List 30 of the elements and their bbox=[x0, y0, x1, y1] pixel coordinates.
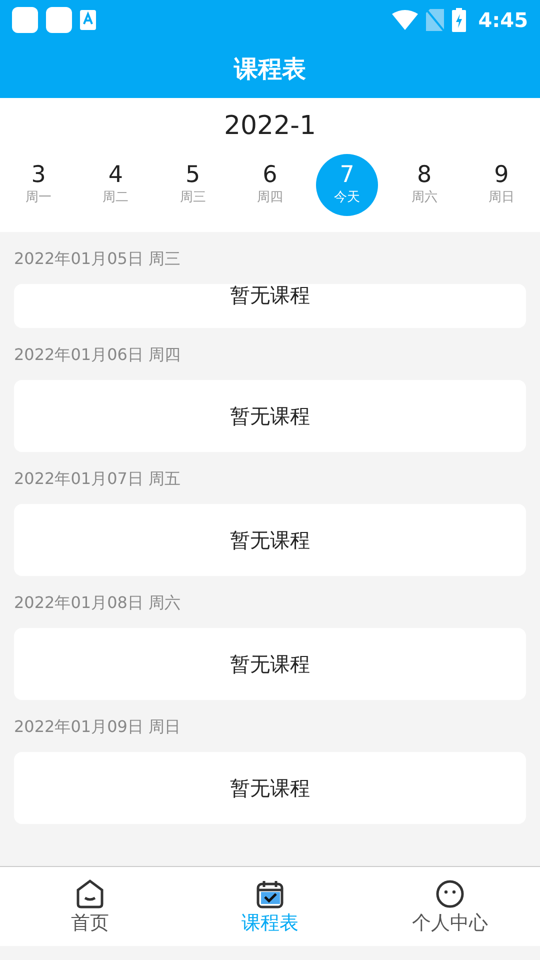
day-button[interactable]: 5 周三 bbox=[162, 154, 224, 216]
battery-icon bbox=[452, 8, 466, 32]
day-button[interactable]: 8 周六 bbox=[393, 154, 456, 216]
day-button[interactable]: 9 周日 bbox=[470, 154, 532, 216]
month-title: 2022-1 bbox=[222, 110, 318, 143]
day-button[interactable]: 6 周四 bbox=[238, 154, 301, 216]
date-heading: 2022年01月05日 周三 bbox=[14, 248, 182, 270]
keyboard-icon bbox=[80, 10, 96, 30]
empty-message: 暂无课程 bbox=[230, 403, 310, 430]
day-button[interactable]: 4 周二 bbox=[84, 154, 147, 216]
notification-icon bbox=[12, 7, 38, 33]
clock: 4:45 bbox=[478, 7, 528, 34]
tab-button[interactable]: 个人中心 bbox=[360, 867, 540, 946]
date-heading: 2022年01月08日 周六 bbox=[14, 592, 182, 614]
empty-message: 暂无课程 bbox=[230, 284, 310, 309]
empty-message: 暂无课程 bbox=[230, 775, 310, 802]
page-title: 课程表 bbox=[234, 54, 306, 85]
date-heading: 2022年01月06日 周四 bbox=[14, 344, 182, 366]
date-heading: 2022年01月09日 周日 bbox=[14, 716, 182, 738]
empty-message: 暂无课程 bbox=[230, 527, 310, 554]
smiley-icon bbox=[435, 879, 465, 909]
notification-icon bbox=[46, 7, 72, 33]
day-button[interactable]: 3 周一 bbox=[8, 154, 70, 216]
no-sim-icon bbox=[426, 9, 444, 31]
empty-message: 暂无课程 bbox=[230, 651, 310, 678]
tab-button[interactable]: 首页 bbox=[0, 867, 180, 946]
home-icon bbox=[75, 879, 105, 909]
wifi-icon bbox=[392, 10, 418, 30]
calendar-icon bbox=[255, 879, 285, 909]
date-heading: 2022年01月07日 周五 bbox=[14, 468, 182, 490]
